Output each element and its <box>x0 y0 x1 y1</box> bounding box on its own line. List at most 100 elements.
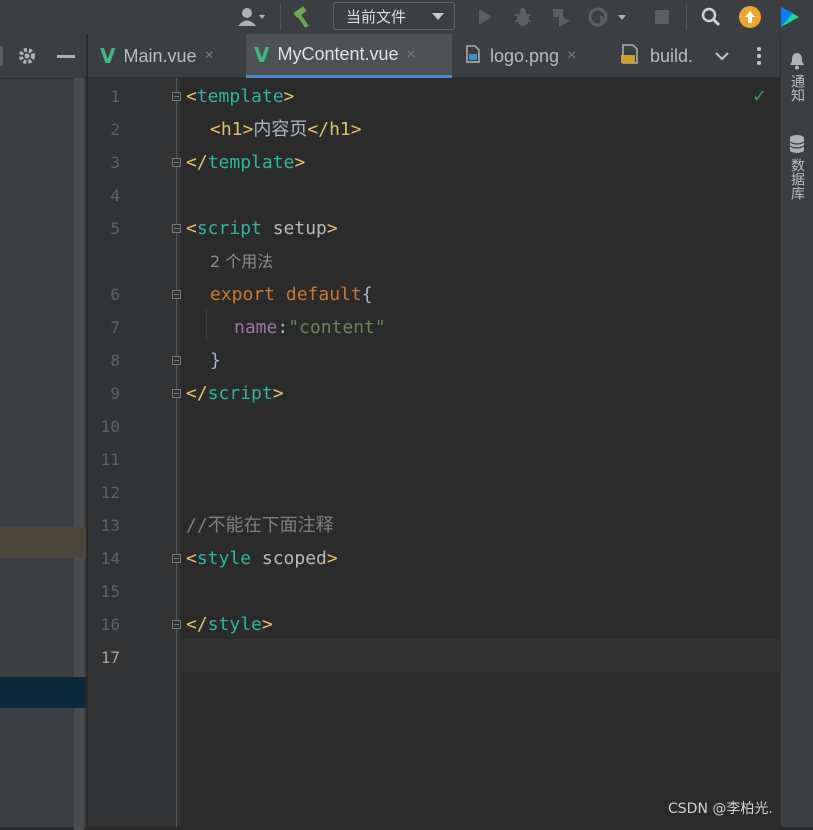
code-line-16[interactable]: </style> <box>186 608 273 641</box>
fold-marker[interactable] <box>172 620 181 629</box>
code-token: default <box>275 284 362 305</box>
code-token: scoped <box>251 548 327 569</box>
project-tree-highlight[interactable] <box>0 527 86 558</box>
code-token: "content" <box>288 317 386 338</box>
code-token: h1 <box>329 119 351 140</box>
plugin-icon[interactable] <box>777 4 803 30</box>
toolbar-separator <box>686 4 687 30</box>
tab-logo-png[interactable]: logo.png × <box>466 34 604 78</box>
bell-icon[interactable] <box>788 52 806 74</box>
hammer-icon[interactable] <box>289 4 317 30</box>
code-token: > <box>242 119 254 140</box>
fold-marker[interactable] <box>172 389 181 398</box>
user-icon[interactable] <box>232 4 272 30</box>
tab-label: MyContent.vue <box>277 44 399 64</box>
chevron-down-icon <box>432 13 444 20</box>
code-token: export <box>210 284 276 305</box>
code-token: name <box>234 317 278 338</box>
line-number: 10 <box>100 417 120 436</box>
code-token: </ <box>307 119 330 140</box>
project-panel-header <box>0 34 86 79</box>
code-token: < <box>210 119 221 140</box>
tab-label: logo.png <box>490 45 560 66</box>
search-icon[interactable] <box>698 4 724 30</box>
fold-marker[interactable] <box>172 554 181 563</box>
coverage-icon[interactable] <box>548 4 574 30</box>
project-scrollbar[interactable] <box>74 78 84 830</box>
image-file-icon <box>466 44 480 68</box>
watermark: CSDN @李柏光. <box>668 801 773 817</box>
update-icon[interactable] <box>737 4 763 30</box>
code-token: > <box>272 383 284 404</box>
code-line-3[interactable]: </template> <box>186 146 305 179</box>
code-line-7[interactable]: name:"content" <box>234 311 386 344</box>
code-token: h1 <box>220 119 243 140</box>
run-config-select[interactable]: 当前文件 <box>333 2 455 30</box>
debug-icon[interactable] <box>510 4 536 30</box>
close-icon[interactable]: × <box>567 47 576 65</box>
toolbar-separator <box>280 4 281 30</box>
fold-marker[interactable] <box>172 290 181 299</box>
code-editor[interactable]: ✓ 1 2 3 4 5 6 7 8 9 10 11 12 13 14 15 16… <box>88 78 780 827</box>
fold-marker[interactable] <box>172 158 181 167</box>
fold-guide <box>176 78 177 827</box>
line-number: 11 <box>100 450 120 469</box>
code-line-6[interactable]: export default{ <box>210 278 373 311</box>
code-token: 内容页 <box>253 119 308 140</box>
line-number: 12 <box>100 483 120 502</box>
close-icon[interactable]: × <box>205 47 214 65</box>
code-token: style <box>196 548 252 569</box>
fold-marker[interactable] <box>172 92 181 101</box>
code-line-5[interactable]: <script setup> <box>186 212 338 245</box>
tab-build[interactable]: build. <box>620 34 698 78</box>
line-number: 5 <box>110 219 120 238</box>
line-number: 3 <box>110 153 120 172</box>
close-icon[interactable]: × <box>407 46 416 64</box>
code-token: > <box>326 548 338 569</box>
run-icon[interactable] <box>473 4 497 30</box>
database-tool-label[interactable]: 数据库 <box>787 158 807 200</box>
code-line-14[interactable]: <style scoped> <box>186 542 338 575</box>
code-token: : <box>277 317 289 338</box>
checkmark-icon[interactable]: ✓ <box>752 86 767 107</box>
vue-icon: V <box>100 44 116 68</box>
tab-main-vue[interactable]: V Main.vue × <box>100 34 248 78</box>
code-token: > <box>261 614 273 635</box>
code-token: script <box>207 383 273 404</box>
chevron-down-icon[interactable] <box>714 48 730 67</box>
code-token: </ <box>186 152 208 173</box>
usage-hint[interactable]: 2 个用法 <box>210 245 273 278</box>
project-tree-selected[interactable] <box>0 677 86 708</box>
notifications-tool-label[interactable]: 通知 <box>787 74 807 102</box>
gear-icon[interactable] <box>17 46 37 70</box>
code-line-2[interactable]: <h1>内容页</h1> <box>210 113 362 146</box>
code-token: > <box>326 218 338 239</box>
line-number: 14 <box>100 549 120 568</box>
code-token: setup <box>261 218 327 239</box>
current-line-highlight <box>180 639 780 672</box>
code-line-13[interactable]: //不能在下面注释 <box>186 509 334 542</box>
tab-label: build. <box>650 45 694 66</box>
editor-tabs: V Main.vue × V MyContent.vue × logo.png … <box>88 34 780 78</box>
code-token: > <box>283 86 295 107</box>
code-line-1[interactable]: <template> <box>186 80 294 113</box>
line-number: 13 <box>100 516 120 535</box>
code-line-9[interactable]: </script> <box>186 377 284 410</box>
profile-icon[interactable] <box>586 4 630 30</box>
fold-marker[interactable] <box>172 356 181 365</box>
minimize-icon[interactable] <box>57 55 75 58</box>
vue-icon: V <box>254 42 270 67</box>
more-options-icon[interactable] <box>756 46 762 70</box>
line-number: 4 <box>110 186 120 205</box>
js-file-icon <box>620 43 640 69</box>
run-config-label: 当前文件 <box>346 7 407 26</box>
code-token: template <box>207 152 295 173</box>
fold-marker[interactable] <box>172 224 181 233</box>
database-icon[interactable] <box>788 134 806 158</box>
code-line-8[interactable]: } <box>210 344 221 377</box>
code-token: } <box>210 350 221 371</box>
tab-mycontent-vue[interactable]: V MyContent.vue × <box>246 34 452 78</box>
main-toolbar: 当前文件 <box>0 0 813 34</box>
stop-icon[interactable] <box>651 4 673 30</box>
code-token: < <box>186 86 197 107</box>
